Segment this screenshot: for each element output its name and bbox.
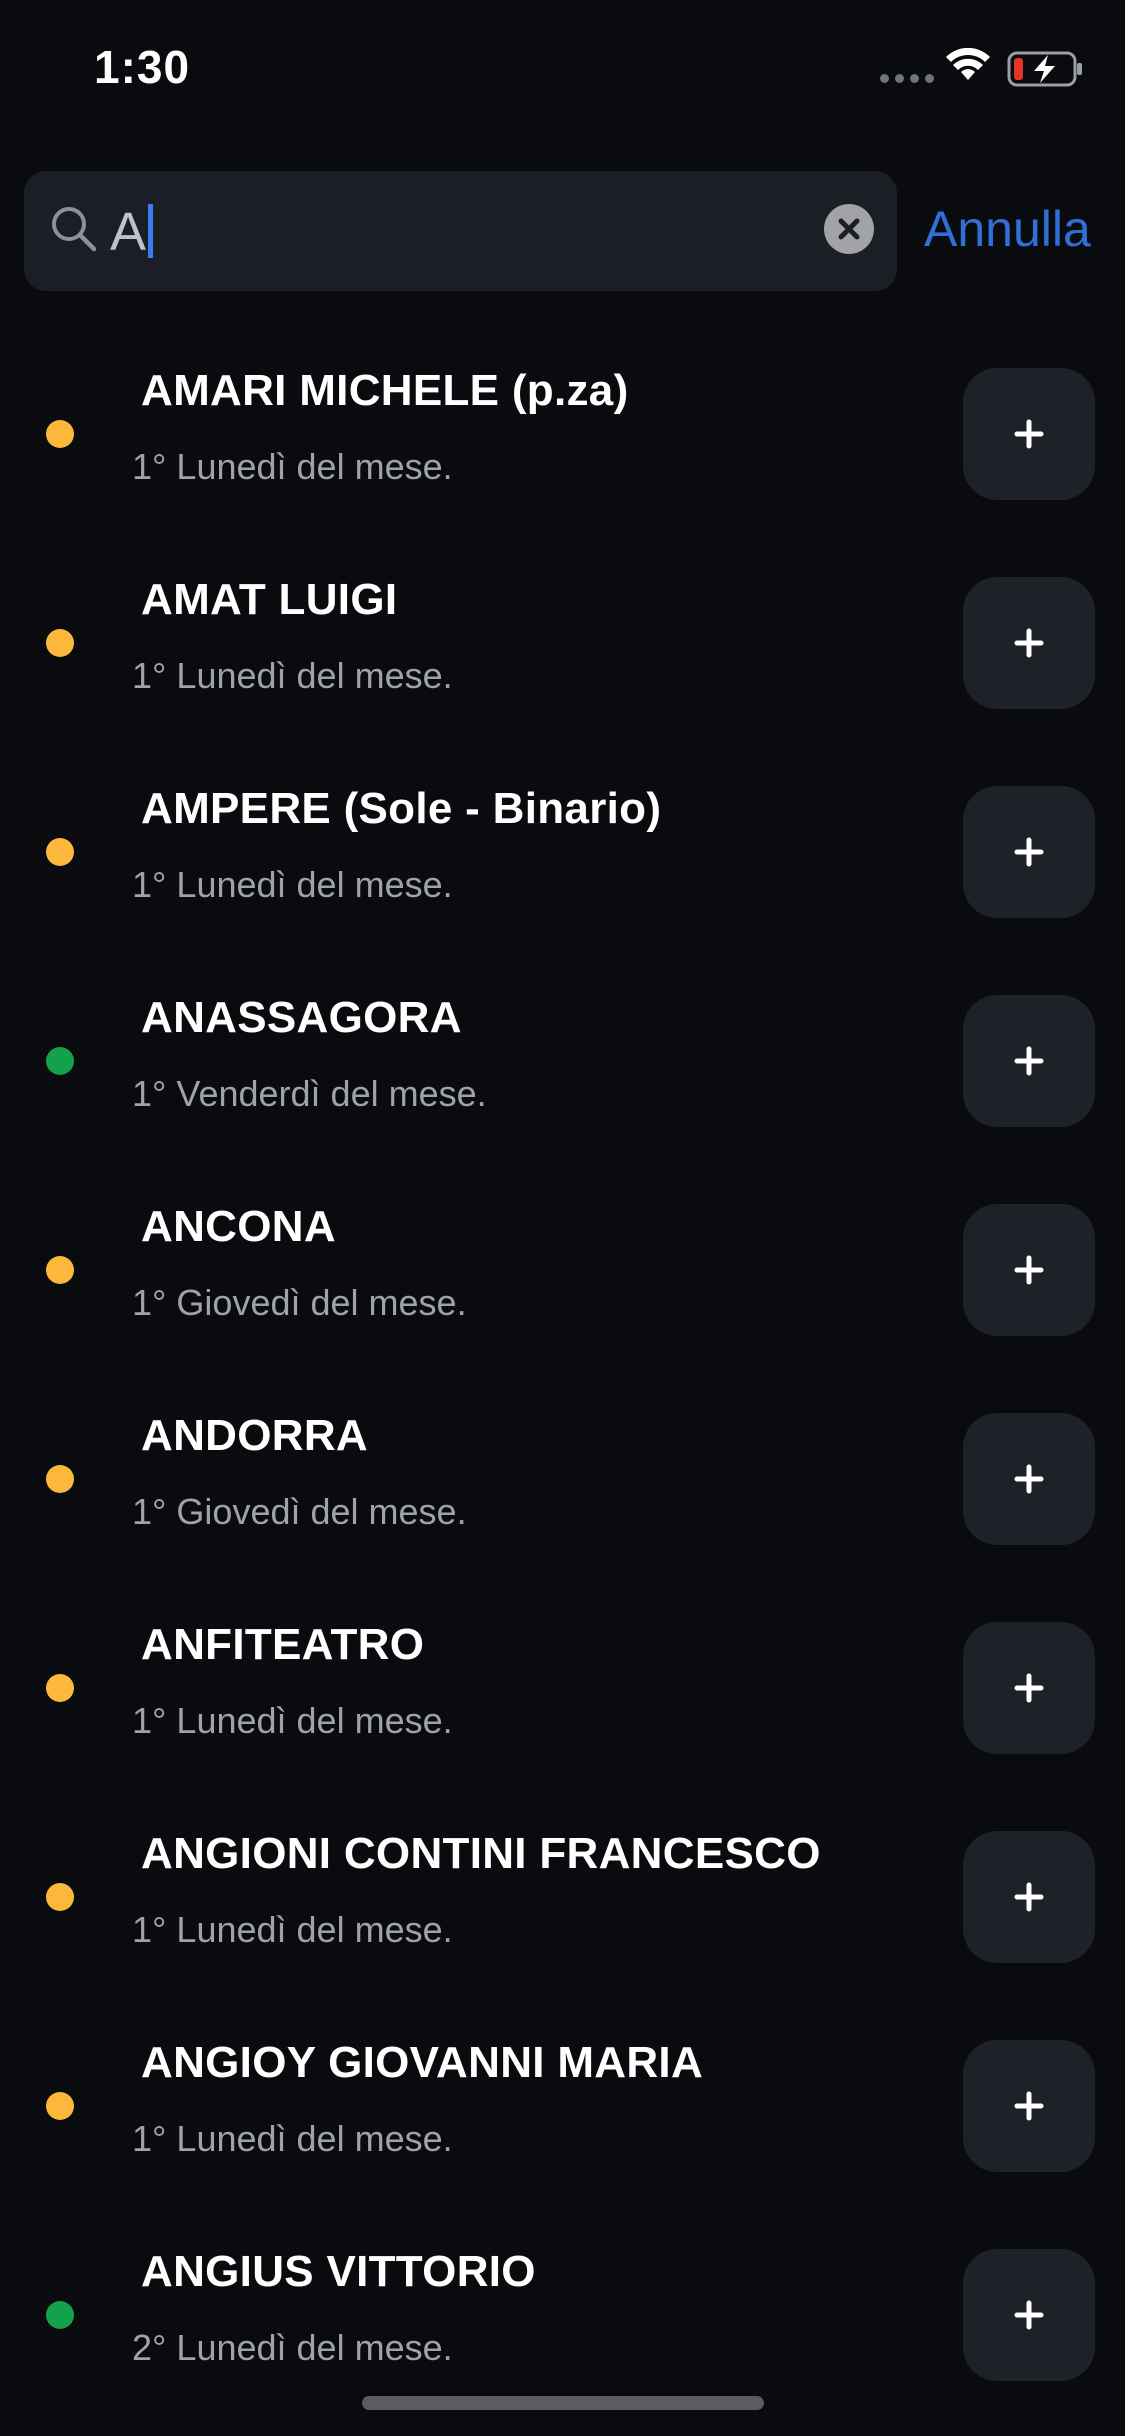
- plus-icon: [1014, 419, 1044, 449]
- status-dot: [46, 838, 74, 866]
- item-subtitle: 1° Lunedì del mese.: [132, 864, 453, 905]
- add-button[interactable]: [963, 577, 1095, 709]
- search-field[interactable]: A: [24, 171, 897, 291]
- item-subtitle: 1° Giovedì del mese.: [132, 1491, 467, 1532]
- add-button[interactable]: [963, 1204, 1095, 1336]
- list-item[interactable]: ANASSAGORA 1° Venderdì del mese.: [0, 993, 1125, 1163]
- list-item[interactable]: ANGIONI CONTINI FRANCESCO 1° Lunedì del …: [0, 1829, 1125, 1999]
- item-title: ANCONA: [141, 1202, 336, 1251]
- status-dot: [46, 1256, 74, 1284]
- plus-icon: [1014, 837, 1044, 867]
- item-title: ANFITEATRO: [141, 1620, 425, 1669]
- item-subtitle: 1° Lunedì del mese.: [132, 1700, 453, 1741]
- list-item[interactable]: AMPERE (Sole - Binario) 1° Lunedì del me…: [0, 784, 1125, 954]
- cellular-signal-icon: [880, 74, 934, 83]
- status-dot: [46, 1465, 74, 1493]
- list-item[interactable]: AMARI MICHELE (p.za) 1° Lunedì del mese.: [0, 366, 1125, 536]
- list-item[interactable]: ANDORRA 1° Giovedì del mese.: [0, 1411, 1125, 1581]
- add-button[interactable]: [963, 786, 1095, 918]
- list-item[interactable]: ANGIOY GIOVANNI MARIA 1° Lunedì del mese…: [0, 2038, 1125, 2208]
- item-subtitle: 1° Lunedì del mese.: [132, 2118, 453, 2159]
- list-item[interactable]: ANCONA 1° Giovedì del mese.: [0, 1202, 1125, 1372]
- plus-icon: [1014, 1673, 1044, 1703]
- home-indicator[interactable]: [362, 2396, 764, 2410]
- search-input[interactable]: A: [110, 202, 154, 262]
- list-item[interactable]: ANGIUS VITTORIO 2° Lunedì del mese.: [0, 2247, 1125, 2417]
- item-title: ANDORRA: [141, 1411, 368, 1460]
- item-title: ANASSAGORA: [141, 993, 462, 1042]
- add-button[interactable]: [963, 2040, 1095, 2172]
- status-dot: [46, 2092, 74, 2120]
- item-title: AMAT LUIGI: [141, 575, 398, 624]
- status-dot: [46, 1674, 74, 1702]
- text-caret: [148, 204, 154, 258]
- battery-charging-icon: [1007, 51, 1082, 87]
- status-dot: [46, 1047, 74, 1075]
- status-time: 1:30: [94, 41, 191, 93]
- add-button[interactable]: [963, 1831, 1095, 1963]
- status-dot: [46, 1883, 74, 1911]
- item-title: AMPERE (Sole - Binario): [141, 784, 662, 833]
- status-dot: [46, 420, 74, 448]
- item-subtitle: 2° Lunedì del mese.: [132, 2327, 453, 2368]
- add-button[interactable]: [963, 1622, 1095, 1754]
- add-button[interactable]: [963, 1413, 1095, 1545]
- add-button[interactable]: [963, 995, 1095, 1127]
- plus-icon: [1014, 628, 1044, 658]
- item-title: ANGIONI CONTINI FRANCESCO: [141, 1829, 821, 1878]
- add-button[interactable]: [963, 368, 1095, 500]
- plus-icon: [1014, 1882, 1044, 1912]
- item-title: ANGIUS VITTORIO: [141, 2247, 536, 2296]
- item-title: ANGIOY GIOVANNI MARIA: [141, 2038, 704, 2087]
- clear-icon[interactable]: [824, 204, 874, 254]
- item-subtitle: 1° Venderdì del mese.: [132, 1073, 487, 1114]
- item-title: AMARI MICHELE (p.za): [141, 366, 629, 415]
- wifi-icon: [946, 48, 990, 80]
- plus-icon: [1014, 2091, 1044, 2121]
- item-subtitle: 1° Lunedì del mese.: [132, 655, 453, 696]
- plus-icon: [1014, 1046, 1044, 1076]
- item-subtitle: 1° Lunedì del mese.: [132, 1909, 453, 1950]
- list-item[interactable]: AMAT LUIGI 1° Lunedì del mese.: [0, 575, 1125, 745]
- status-bar: 1:30: [0, 0, 1125, 140]
- list-item[interactable]: ANFITEATRO 1° Lunedì del mese.: [0, 1620, 1125, 1790]
- cancel-button[interactable]: Annulla: [924, 200, 1091, 258]
- search-icon: [52, 207, 97, 252]
- item-subtitle: 1° Lunedì del mese.: [132, 446, 453, 487]
- status-dot: [46, 629, 74, 657]
- plus-icon: [1014, 1255, 1044, 1285]
- status-dot: [46, 2301, 74, 2329]
- plus-icon: [1014, 1464, 1044, 1494]
- add-button[interactable]: [963, 2249, 1095, 2381]
- plus-icon: [1014, 2300, 1044, 2330]
- search-query: A: [110, 202, 147, 262]
- item-subtitle: 1° Giovedì del mese.: [132, 1282, 467, 1323]
